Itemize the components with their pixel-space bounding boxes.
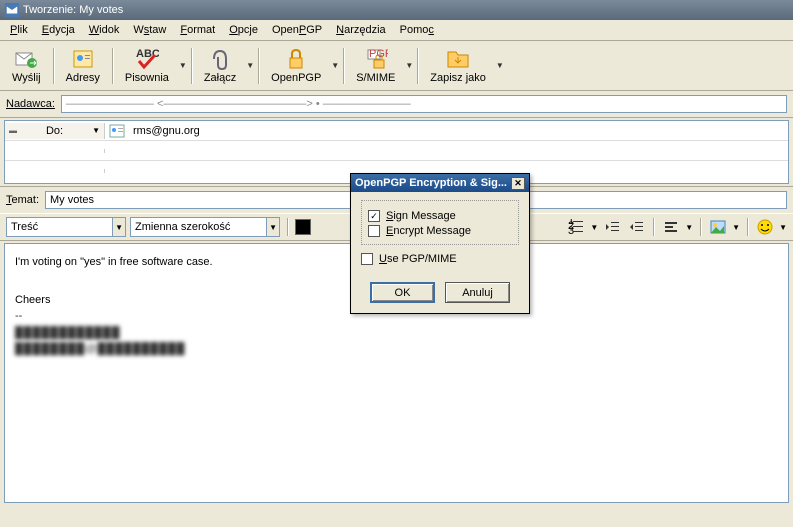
smime-button[interactable]: PGP S/MIME: [348, 45, 403, 86]
checkbox-icon: [368, 225, 380, 237]
menubar: Plik Edycja Widok Wstaw Format Opcje Ope…: [0, 20, 793, 41]
menu-edit[interactable]: Edycja: [36, 22, 81, 38]
attach-icon: [208, 47, 232, 71]
chevron-down-icon: ▼: [266, 218, 279, 236]
spell-button[interactable]: ABC Pisownia: [117, 45, 177, 86]
menu-options[interactable]: Opcje: [223, 22, 264, 38]
close-button[interactable]: ✕: [511, 177, 525, 190]
pgpmime-checkbox-row[interactable]: Use PGP/MIME: [361, 253, 519, 265]
main-toolbar: Wyślij Adresy ABC Pisownia ▼ Załącz ▼ Op…: [0, 41, 793, 91]
subject-label: Temat:: [6, 194, 39, 206]
sender-row: Nadawca: ———————— <—————————————> • ————…: [0, 91, 793, 118]
image-dropdown[interactable]: ▼: [732, 223, 740, 232]
send-button[interactable]: Wyślij: [4, 45, 49, 86]
sign-checkbox-row[interactable]: ✓ Sign Message: [368, 210, 512, 222]
svg-text:PGP: PGP: [369, 48, 388, 60]
openpgp-dropdown[interactable]: ▼: [331, 61, 339, 70]
encrypt-checkbox-row[interactable]: Encrypt Message: [368, 225, 512, 237]
contacts-button[interactable]: Adresy: [58, 45, 108, 86]
numbered-list-button[interactable]: 123: [566, 217, 586, 237]
contact-card-icon[interactable]: [109, 123, 125, 139]
sender-field[interactable]: ———————— <—————————————> • ————————: [61, 95, 787, 113]
svg-text:ABC: ABC: [136, 48, 159, 60]
svg-text:3: 3: [568, 225, 574, 235]
indent-button[interactable]: [626, 217, 646, 237]
smime-icon: PGP: [364, 47, 388, 71]
attach-button[interactable]: Załącz: [196, 45, 244, 86]
checkbox-checked-icon: ✓: [368, 210, 380, 222]
align-button[interactable]: [661, 217, 681, 237]
outdent-button[interactable]: [602, 217, 622, 237]
menu-openpgp[interactable]: OpenPGP: [266, 22, 328, 38]
minus-icon: ▬: [9, 126, 17, 135]
insert-image-button[interactable]: [708, 217, 728, 237]
dialog-group: ✓ Sign Message Encrypt Message: [361, 200, 519, 245]
paragraph-style-combo[interactable]: Treść▼: [6, 217, 126, 237]
folder-icon: [446, 47, 470, 71]
spell-icon: ABC: [135, 47, 159, 71]
send-icon: [14, 47, 38, 71]
contacts-icon: [71, 47, 95, 71]
saveas-button[interactable]: Zapisz jako: [422, 45, 494, 86]
insert-smiley-button[interactable]: [755, 217, 775, 237]
signature-name: ████████████: [15, 325, 778, 342]
menu-view[interactable]: Widok: [83, 22, 126, 38]
attach-dropdown[interactable]: ▼: [246, 61, 254, 70]
text-color-swatch[interactable]: [295, 219, 311, 235]
smiley-dropdown[interactable]: ▼: [779, 223, 787, 232]
signature-email: ████████@██████████: [15, 341, 778, 358]
spell-dropdown[interactable]: ▼: [179, 61, 187, 70]
app-icon: [5, 3, 19, 17]
recipient-value[interactable]: rms@gnu.org: [129, 123, 204, 139]
font-combo[interactable]: Zmienna szerokość▼: [130, 217, 280, 237]
menu-tools[interactable]: Narzędzia: [330, 22, 392, 38]
ok-button[interactable]: OK: [370, 282, 435, 303]
align-dropdown[interactable]: ▼: [685, 223, 693, 232]
toolbar-separator: [191, 48, 192, 84]
recipient-row-empty[interactable]: [5, 141, 788, 161]
toolbar-separator: [417, 48, 418, 84]
chevron-down-icon: ▼: [92, 126, 100, 135]
toolbar-separator: [112, 48, 113, 84]
checkbox-icon: [361, 253, 373, 265]
toolbar-separator: [258, 48, 259, 84]
saveas-dropdown[interactable]: ▼: [496, 61, 504, 70]
toolbar-separator: [53, 48, 54, 84]
list-dropdown[interactable]: ▼: [590, 223, 598, 232]
menu-file[interactable]: Plik: [4, 22, 34, 38]
window-title: Tworzenie: My votes: [23, 4, 123, 16]
toolbar-separator: [343, 48, 344, 84]
menu-insert[interactable]: Wstaw: [127, 22, 172, 38]
recipient-type-selector[interactable]: ▬ Do: ▼: [5, 123, 105, 139]
recipient-row: ▬ Do: ▼ rms@gnu.org: [5, 121, 788, 141]
lock-icon: [284, 47, 308, 71]
menu-help[interactable]: Pomoc: [394, 22, 440, 38]
sender-label: Nadawca:: [6, 98, 55, 110]
menu-format[interactable]: Format: [174, 22, 221, 38]
dialog-titlebar: OpenPGP Encryption & Sig... ✕: [351, 174, 529, 192]
window-titlebar: Tworzenie: My votes: [0, 0, 793, 20]
chevron-down-icon: ▼: [112, 218, 125, 236]
openpgp-button[interactable]: OpenPGP: [263, 45, 329, 86]
openpgp-dialog: OpenPGP Encryption & Sig... ✕ ✓ Sign Mes…: [350, 173, 530, 314]
cancel-button[interactable]: Anuluj: [445, 282, 510, 303]
smime-dropdown[interactable]: ▼: [405, 61, 413, 70]
